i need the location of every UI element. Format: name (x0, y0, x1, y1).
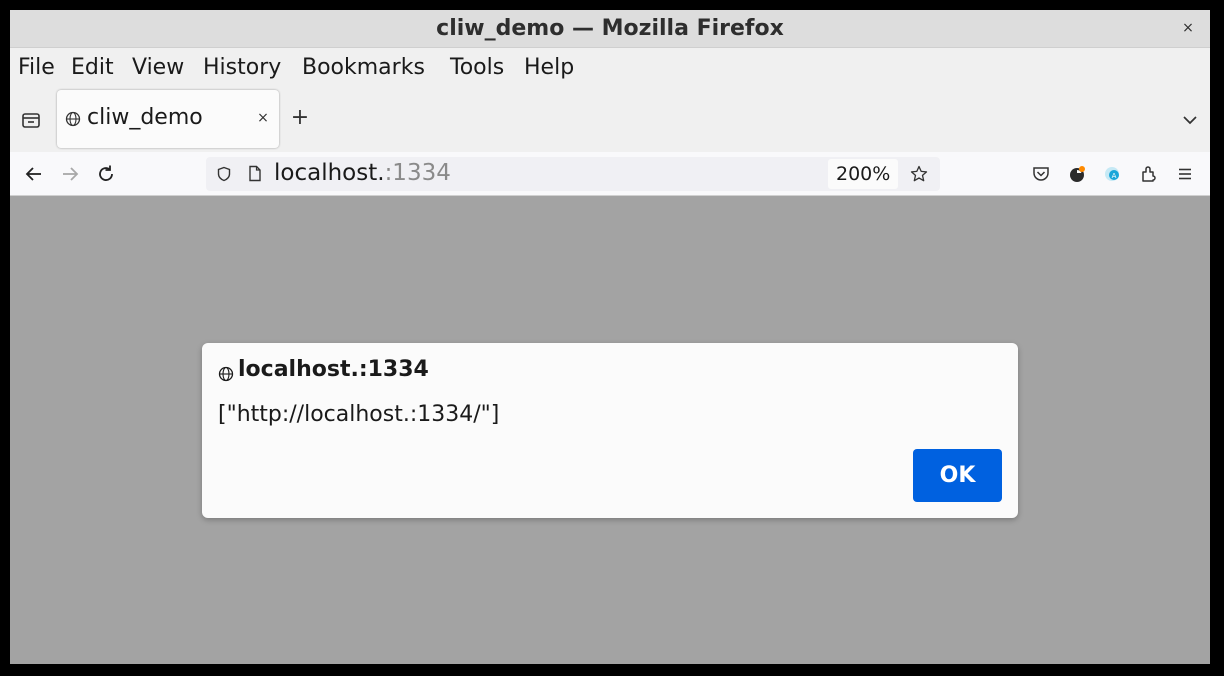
list-all-tabs-icon[interactable] (1180, 110, 1200, 130)
menu-tools[interactable]: Tools (450, 55, 504, 80)
window-close-button[interactable]: × (1178, 18, 1198, 38)
shield-icon[interactable] (216, 166, 232, 182)
globe-icon (65, 111, 81, 127)
page-info-icon[interactable] (248, 165, 262, 182)
dialog-title: localhost.:1334 (238, 357, 429, 382)
url-port: :1334 (384, 160, 451, 186)
page-content-overlay: localhost.:1334 ["http://localhost.:1334… (10, 196, 1210, 664)
new-tab-button[interactable]: + (288, 106, 312, 130)
menu-help[interactable]: Help (524, 55, 574, 80)
tab-label: cliw_demo (87, 105, 203, 130)
svg-text:A: A (1112, 172, 1117, 180)
firefox-account-icon[interactable] (1066, 163, 1088, 185)
extension-icon[interactable]: A (1102, 163, 1124, 185)
browser-window: cliw_demo — Mozilla Firefox × File Edit … (10, 10, 1210, 664)
pocket-icon[interactable] (1030, 163, 1052, 185)
title-bar: cliw_demo — Mozilla Firefox × (10, 10, 1210, 48)
back-icon[interactable] (23, 163, 45, 185)
menu-bookmarks[interactable]: Bookmarks (302, 55, 425, 80)
menu-file[interactable]: File (18, 55, 55, 80)
reload-icon[interactable] (95, 163, 117, 185)
globe-icon (218, 366, 234, 382)
window-title: cliw_demo — Mozilla Firefox (436, 16, 784, 41)
url-text[interactable]: localhost.:1334 (274, 160, 451, 186)
ok-button[interactable]: OK (913, 449, 1002, 502)
tab-cliw-demo[interactable]: cliw_demo × (57, 90, 279, 148)
url-bar[interactable]: localhost.:1334 200% (206, 157, 940, 191)
menu-bar: File Edit View History Bookmarks Tools H… (10, 48, 1210, 86)
dialog-message: ["http://localhost.:1334/"] (218, 402, 500, 427)
puzzle-icon[interactable] (1138, 163, 1160, 185)
hamburger-menu-icon[interactable] (1174, 163, 1196, 185)
firefox-view-icon[interactable] (20, 109, 42, 131)
menu-history[interactable]: History (203, 55, 281, 80)
forward-icon[interactable] (59, 163, 81, 185)
bookmark-star-icon[interactable] (910, 165, 928, 183)
url-host: localhost. (274, 160, 385, 186)
tab-close-icon[interactable]: × (253, 108, 273, 128)
alert-dialog: localhost.:1334 ["http://localhost.:1334… (202, 343, 1018, 518)
nav-bar: localhost.:1334 200% A (10, 152, 1210, 196)
menu-view[interactable]: View (132, 55, 184, 80)
zoom-reset-button[interactable]: 200% (828, 159, 899, 189)
menu-edit[interactable]: Edit (71, 55, 114, 80)
